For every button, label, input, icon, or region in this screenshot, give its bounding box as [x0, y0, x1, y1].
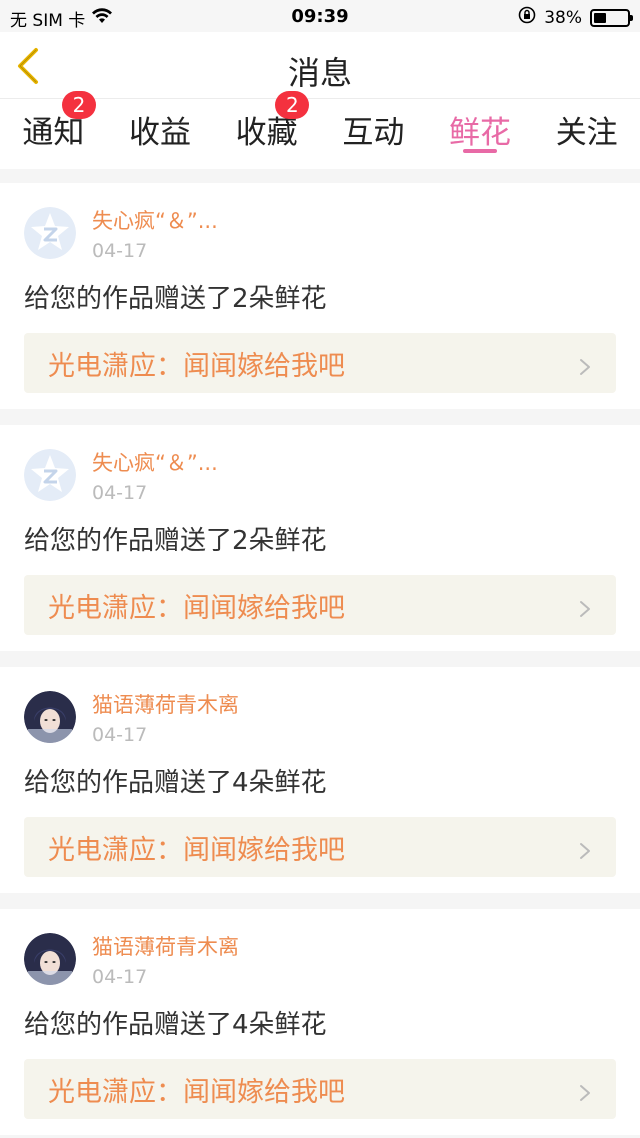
- status-right: 38%: [518, 6, 633, 29]
- tab-label: 收藏: [235, 115, 298, 151]
- battery-label: 38%: [544, 7, 582, 28]
- message-header: 失心疯“＆”... 04-17: [24, 449, 616, 507]
- work-link[interactable]: 光电潇应：闻闻嫁给我吧: [24, 1059, 616, 1119]
- sender-name[interactable]: 失心疯“＆”...: [92, 449, 218, 477]
- chevron-right-icon: [578, 837, 592, 859]
- favorites-count-badge: 2: [275, 91, 310, 119]
- tab-label: 通知: [22, 115, 85, 151]
- tab-favorites[interactable]: 收藏 2: [213, 91, 320, 169]
- work-title: 光电潇应：闻闻嫁给我吧: [48, 1076, 345, 1108]
- message-list: 失心疯“＆”... 04-17 给您的作品赠送了2朵鲜花 光电潇应：闻闻嫁给我吧…: [0, 169, 640, 1135]
- status-bar: 无 SIM 卡 09:39 38%: [0, 0, 640, 32]
- tab-label: 收益: [129, 115, 191, 151]
- message-card: 失心疯“＆”... 04-17 给您的作品赠送了2朵鲜花 光电潇应：闻闻嫁给我吧: [0, 425, 640, 651]
- photo-avatar-icon[interactable]: [24, 933, 76, 985]
- message-header: 猫语薄荷青木离 04-17: [24, 933, 616, 991]
- battery-icon: [590, 8, 633, 27]
- message-card: 失心疯“＆”... 04-17 给您的作品赠送了2朵鲜花 光电潇应：闻闻嫁给我吧: [0, 183, 640, 409]
- tab-follow[interactable]: 关注: [533, 99, 640, 169]
- tab-notice[interactable]: 通知 2: [0, 91, 107, 169]
- battery-fill: [594, 12, 607, 23]
- default-avatar-icon[interactable]: [24, 207, 76, 259]
- tab-label: 鲜花: [449, 115, 512, 151]
- message-date: 04-17: [92, 482, 148, 504]
- message-text: 给您的作品赠送了2朵鲜花: [24, 284, 327, 314]
- message-text: 给您的作品赠送了4朵鲜花: [24, 1010, 327, 1040]
- page-title: 消息: [287, 54, 352, 92]
- work-title: 光电潇应：闻闻嫁给我吧: [48, 592, 345, 624]
- message-header: 失心疯“＆”... 04-17: [24, 207, 616, 265]
- sender-name[interactable]: 猫语薄荷青木离: [92, 933, 239, 961]
- tab-interaction[interactable]: 互动: [320, 99, 427, 169]
- sender-name[interactable]: 失心疯“＆”...: [92, 207, 218, 235]
- photo-avatar-icon[interactable]: [24, 691, 76, 743]
- chevron-right-icon: [578, 1079, 592, 1101]
- tab-label: 互动: [342, 115, 405, 151]
- message-card: 猫语薄荷青木离 04-17 给您的作品赠送了4朵鲜花 光电潇应：闻闻嫁给我吧: [0, 667, 640, 893]
- tab-flowers[interactable]: 鲜花: [427, 99, 534, 169]
- chevron-right-icon: [578, 595, 592, 617]
- work-title: 光电潇应：闻闻嫁给我吧: [48, 350, 345, 382]
- notice-count-badge: 2: [62, 91, 96, 119]
- tab-earnings[interactable]: 收益: [107, 99, 214, 169]
- message-header: 猫语薄荷青木离 04-17: [24, 691, 616, 749]
- message-date: 04-17: [92, 966, 148, 988]
- sender-name[interactable]: 猫语薄荷青木离: [92, 691, 239, 719]
- tab-label: 关注: [555, 115, 618, 151]
- tab-bar: 通知 2 收益 收藏 2 互动 鲜花 关注: [0, 91, 640, 169]
- work-title: 光电潇应：闻闻嫁给我吧: [48, 834, 345, 866]
- default-avatar-icon[interactable]: [24, 449, 76, 501]
- message-card: 猫语薄荷青木离 04-17 给您的作品赠送了4朵鲜花 光电潇应：闻闻嫁给我吧: [0, 909, 640, 1135]
- work-link[interactable]: 光电潇应：闻闻嫁给我吧: [24, 817, 616, 877]
- message-date: 04-17: [92, 724, 148, 746]
- work-link[interactable]: 光电潇应：闻闻嫁给我吧: [24, 575, 616, 635]
- message-text: 给您的作品赠送了4朵鲜花: [24, 768, 327, 798]
- active-tab-indicator: [463, 149, 498, 153]
- work-link[interactable]: 光电潇应：闻闻嫁给我吧: [24, 333, 616, 393]
- message-text: 给您的作品赠送了2朵鲜花: [24, 526, 327, 556]
- message-date: 04-17: [92, 240, 148, 262]
- chevron-right-icon: [578, 353, 592, 375]
- navigation-bar: 消息: [0, 32, 640, 99]
- rotation-lock-icon: [518, 6, 536, 29]
